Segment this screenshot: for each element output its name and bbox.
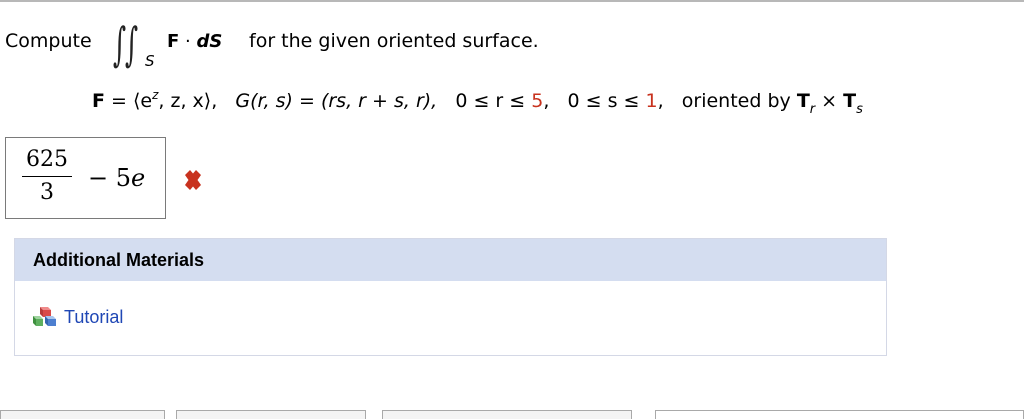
additional-materials-heading: Additional Materials — [15, 239, 886, 281]
tutorial-cubes-icon — [33, 307, 56, 326]
bottom-button-4[interactable] — [655, 410, 1024, 419]
additional-materials-panel: Additional Materials Tutorial — [14, 238, 887, 356]
tutorial-link[interactable]: Tutorial — [64, 307, 123, 328]
answer-input-box[interactable]: 625 3 − 5e — [5, 137, 166, 219]
vector-field-label: F — [92, 90, 105, 112]
bottom-button-2[interactable] — [176, 410, 366, 419]
bottom-button-1[interactable] — [0, 410, 165, 419]
surface-definition: F = ⟨ez, z, x⟩, G(r, s) = (rs, r + s, r)… — [92, 88, 863, 117]
r-max-value: 5 — [531, 90, 544, 112]
top-divider — [0, 0, 1024, 2]
fraction-denominator: 3 — [40, 180, 54, 205]
integrand: F · dS — [167, 31, 223, 52]
answer-term: − 5e — [88, 164, 146, 192]
s-max-value: 1 — [645, 90, 658, 112]
integral-subscript: S — [145, 52, 155, 70]
incorrect-x-icon — [185, 170, 201, 190]
parametrization: G(r, s) = (rs, r + s, r), — [235, 90, 438, 112]
answer-fraction: 625 3 — [22, 146, 72, 207]
fraction-numerator: 625 — [26, 147, 68, 172]
double-integral-symbol: ∫ ∫ S — [113, 17, 155, 71]
compute-label: Compute — [5, 30, 92, 52]
question-rest-text: for the given oriented surface. — [249, 30, 539, 52]
bottom-button-3[interactable] — [382, 410, 632, 419]
